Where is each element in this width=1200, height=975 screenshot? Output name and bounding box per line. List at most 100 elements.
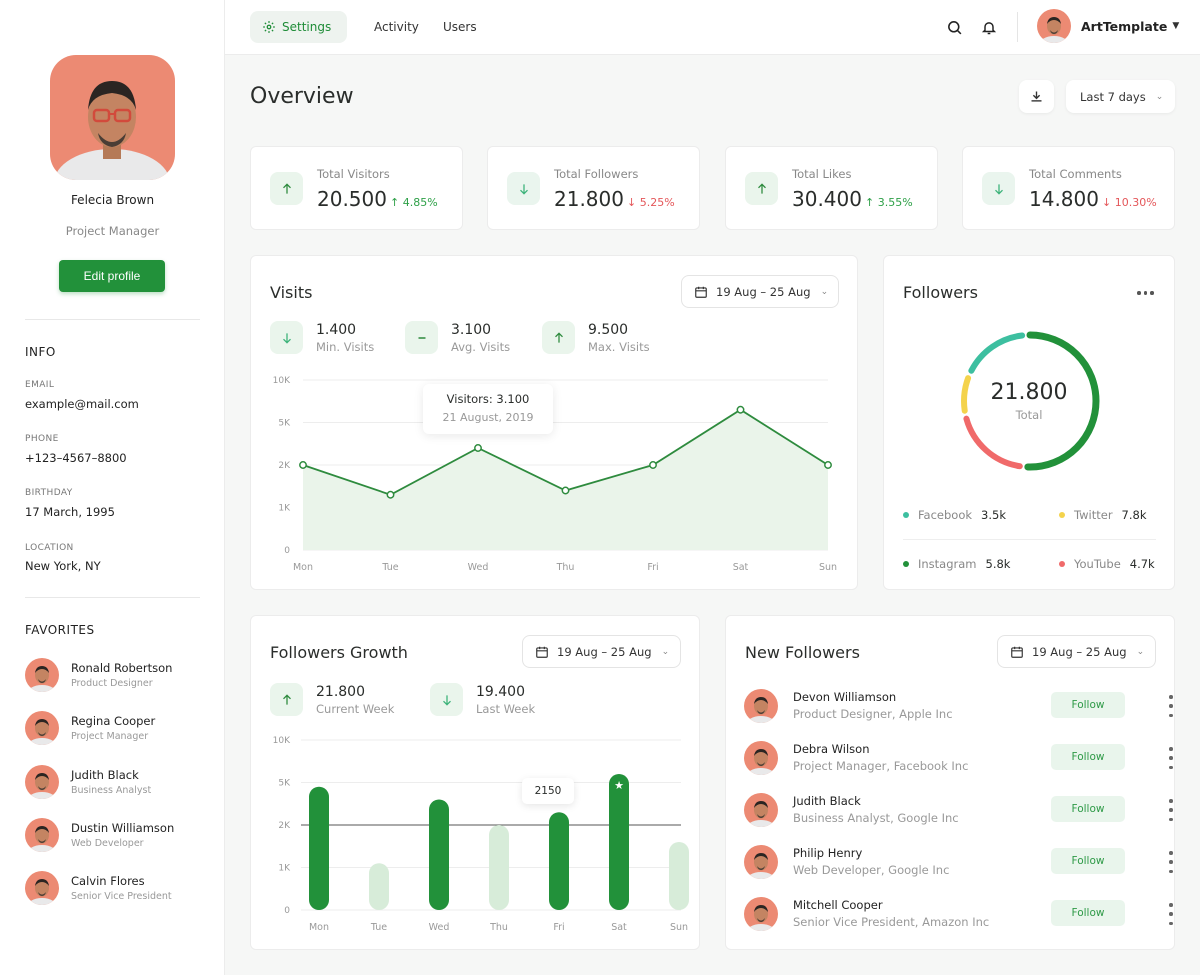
arrow-up-icon: [270, 172, 303, 205]
chevron-down-icon: ⌄: [1155, 91, 1164, 102]
download-button[interactable]: [1019, 80, 1054, 113]
donut-total-label: Total: [1015, 408, 1043, 422]
bar: [309, 786, 329, 910]
divider: [1017, 12, 1018, 42]
x-tick-label: Thu: [489, 922, 508, 933]
arrow-up-icon: [745, 172, 778, 205]
profile-name: Felecia Brown: [70, 193, 155, 207]
favorite-item[interactable]: Judith Black Business Analyst: [25, 762, 205, 802]
follow-button[interactable]: Follow: [1051, 744, 1125, 770]
favorites-section-title: FAVORITES: [25, 623, 95, 637]
arrow-down-icon: [982, 172, 1015, 205]
y-tick-label: 1K: [278, 504, 291, 514]
new-followers-card: New Followers 19 Aug – 25 Aug ⌄ Devon Wi…: [725, 615, 1175, 950]
user-menu[interactable]: ArtTemplate ▼: [1037, 8, 1179, 44]
favorite-item[interactable]: Dustin Williamson Web Developer: [25, 815, 205, 855]
legend-dot: [1059, 561, 1065, 567]
favorite-name: Dustin Williamson: [71, 821, 175, 835]
follow-button[interactable]: Follow: [1051, 848, 1125, 874]
date-range-label: 19 Aug – 25 Aug: [1032, 644, 1127, 659]
favorite-item[interactable]: Calvin Flores Senior Vice President: [25, 868, 205, 908]
page-title: Overview: [250, 84, 354, 109]
stat-change: ↑ 3.55%: [864, 196, 913, 209]
y-tick-label: 0: [284, 546, 290, 556]
followers-card: Followers 21.800 Total Facebook 3.5k Twi…: [883, 255, 1175, 590]
follower-name: Mitchell Cooper: [793, 898, 883, 912]
bell-icon[interactable]: [978, 16, 1000, 38]
stat-change: ↑ 4.85%: [389, 196, 438, 209]
legend-name: Instagram: [918, 557, 977, 571]
phone-value: +123–4567–8800: [25, 451, 127, 465]
tab-users[interactable]: Users: [443, 11, 477, 43]
legend-facebook: Facebook 3.5k: [903, 508, 1006, 522]
follower-role: Product Designer, Apple Inc: [793, 707, 953, 721]
favorite-item[interactable]: Regina Cooper Project Manager: [25, 708, 205, 748]
range-label: Last 7 days: [1080, 89, 1146, 104]
more-vertical-icon[interactable]: [1166, 903, 1176, 925]
range-dropdown[interactable]: Last 7 days ⌄: [1066, 80, 1175, 113]
data-point: [649, 461, 657, 469]
x-tick-label: Thu: [556, 562, 575, 573]
follower-role: Web Developer, Google Inc: [793, 863, 950, 877]
x-tick-label: Sat: [611, 922, 627, 933]
list-item: Mitchell Cooper Senior Vice President, A…: [744, 894, 1173, 934]
legend-name: Twitter: [1074, 508, 1113, 522]
follower-name: Debra Wilson: [793, 742, 870, 756]
more-vertical-icon[interactable]: [1166, 695, 1176, 717]
bar: [549, 812, 569, 910]
bar-tooltip: 2150: [522, 778, 574, 804]
follow-button[interactable]: Follow: [1051, 900, 1125, 926]
legend-youtube: YouTube 4.7k: [1059, 557, 1155, 571]
search-icon[interactable]: [943, 16, 965, 38]
more-vertical-icon[interactable]: [1166, 799, 1176, 821]
bar: [429, 799, 449, 910]
info-section-title: INFO: [25, 345, 56, 359]
tab-settings-label: Settings: [282, 20, 332, 34]
stat-value: 20.500: [317, 187, 387, 211]
favorite-name: Calvin Flores: [71, 874, 145, 888]
favorite-role: Business Analyst: [71, 785, 152, 796]
data-point: [474, 444, 482, 452]
divider: [25, 319, 200, 320]
new-followers-date-picker[interactable]: 19 Aug – 25 Aug ⌄: [997, 635, 1156, 668]
tab-activity[interactable]: Activity: [374, 11, 419, 43]
gear-icon: [263, 21, 275, 33]
avatar: [744, 845, 778, 879]
x-tick-label: Fri: [553, 922, 564, 933]
location-value: New York, NY: [25, 559, 101, 573]
donut-total: 21.800: [990, 380, 1068, 405]
email-value: example@mail.com: [25, 397, 139, 411]
chevron-down-icon: ⌄: [1136, 646, 1145, 657]
x-tick-label: Wed: [468, 562, 489, 573]
legend-dot: [903, 561, 909, 567]
tooltip-date: 21 August, 2019: [442, 411, 534, 424]
more-vertical-icon[interactable]: [1166, 851, 1176, 873]
follow-button[interactable]: Follow: [1051, 692, 1125, 718]
more-vertical-icon[interactable]: [1166, 747, 1176, 769]
stat-value: 21.800: [554, 187, 624, 211]
calendar-icon: [1010, 645, 1024, 659]
bar: [369, 863, 389, 910]
stat-label: Total Followers: [554, 167, 639, 181]
follower-role: Business Analyst, Google Inc: [793, 811, 959, 825]
follower-role: Project Manager, Facebook Inc: [793, 759, 969, 773]
legend-dot: [903, 512, 909, 518]
favorite-role: Project Manager: [71, 731, 149, 742]
stat-value: 30.400: [792, 187, 862, 211]
bar: [609, 774, 629, 910]
favorite-name: Ronald Robertson: [71, 661, 173, 675]
visits-line-chart: 0 1K 2K 5K 10K Mon Tue Wed Thu Fri Sat Sun: [273, 376, 837, 573]
follow-button[interactable]: Follow: [1051, 796, 1125, 822]
phone-label: PHONE: [25, 434, 59, 444]
follower-name: Devon Williamson: [793, 690, 897, 704]
favorite-item[interactable]: Ronald Robertson Product Designer: [25, 655, 205, 695]
data-point: [386, 490, 395, 499]
tab-settings[interactable]: Settings: [250, 11, 347, 43]
visits-tooltip: Visitors: 3.100 21 August, 2019: [423, 384, 553, 434]
legend-value: 5.8k: [985, 557, 1011, 571]
legend-value: 4.7k: [1129, 557, 1155, 571]
stat-value: 14.800: [1029, 187, 1099, 211]
favorite-name: Judith Black: [71, 768, 139, 782]
divider: [903, 539, 1156, 540]
edit-profile-button[interactable]: Edit profile: [59, 260, 165, 292]
